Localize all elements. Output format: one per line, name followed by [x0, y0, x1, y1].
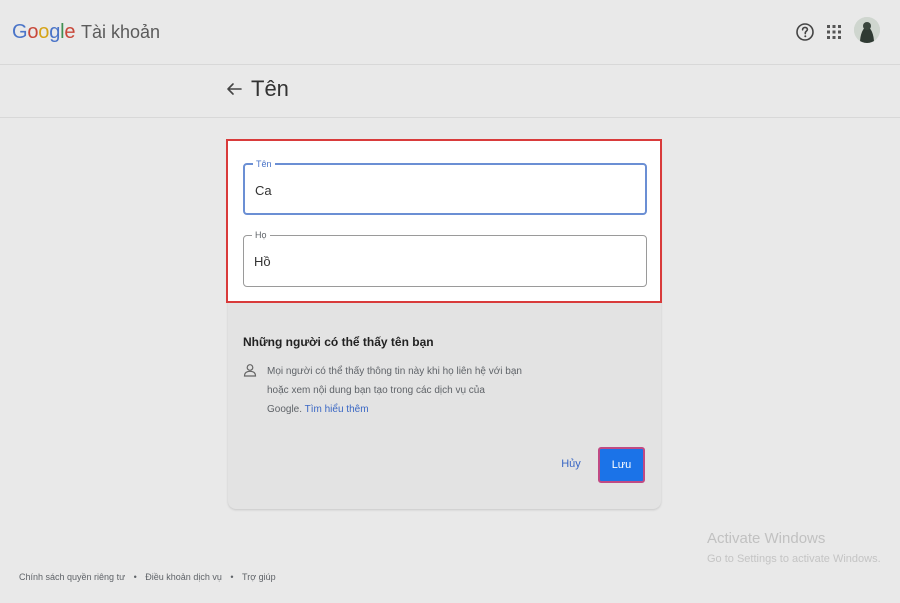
- description-line-3: Google. Tìm hiểu thêm: [267, 400, 527, 419]
- visibility-description: Mọi người có thể thấy thông tin này khi …: [267, 362, 527, 419]
- first-name-input[interactable]: [255, 179, 625, 201]
- arrow-back-icon[interactable]: [225, 80, 243, 98]
- apps-grid-icon[interactable]: [826, 24, 842, 40]
- first-name-field[interactable]: Tên: [243, 158, 647, 215]
- help-circle-icon[interactable]: [795, 22, 815, 42]
- activation-watermark-subtitle: Go to Settings to activate Windows.: [707, 553, 881, 565]
- footer-separator: •: [133, 572, 137, 582]
- help-link[interactable]: Trợ giúp: [242, 572, 276, 582]
- description-line-2: hoặc xem nội dung bạn tạo trong các dịch…: [267, 385, 485, 396]
- cancel-button[interactable]: Hủy: [556, 454, 586, 474]
- page-title-bar: [0, 64, 900, 118]
- first-name-label: Tên: [253, 158, 275, 170]
- save-button[interactable]: Lưu: [598, 447, 645, 483]
- learn-more-link[interactable]: Tìm hiểu thêm: [305, 404, 369, 415]
- product-name: Tài khoản: [81, 22, 161, 42]
- description-line-1: Mọi người có thể thấy thông tin này khi …: [267, 366, 522, 377]
- app-header: Google Tài khoản: [0, 0, 900, 64]
- avatar[interactable]: [854, 17, 880, 43]
- person-icon: [243, 364, 257, 377]
- activation-watermark-title: Activate Windows: [707, 530, 826, 547]
- privacy-link[interactable]: Chính sách quyền riêng tư: [19, 572, 125, 582]
- last-name-field[interactable]: Họ: [243, 229, 647, 287]
- last-name-label: Họ: [252, 229, 270, 241]
- visibility-heading: Những người có thể thấy tên bạn: [243, 335, 434, 349]
- footer-separator: •: [230, 572, 234, 582]
- page-title: Tên: [251, 76, 289, 101]
- avatar-image: [854, 17, 880, 43]
- google-logo[interactable]: Google: [12, 21, 76, 44]
- description-prefix: Google.: [267, 404, 305, 415]
- footer: Chính sách quyền riêng tư • Điều khoản d…: [19, 572, 276, 582]
- terms-link[interactable]: Điều khoản dịch vụ: [145, 572, 222, 582]
- last-name-input[interactable]: [254, 250, 624, 272]
